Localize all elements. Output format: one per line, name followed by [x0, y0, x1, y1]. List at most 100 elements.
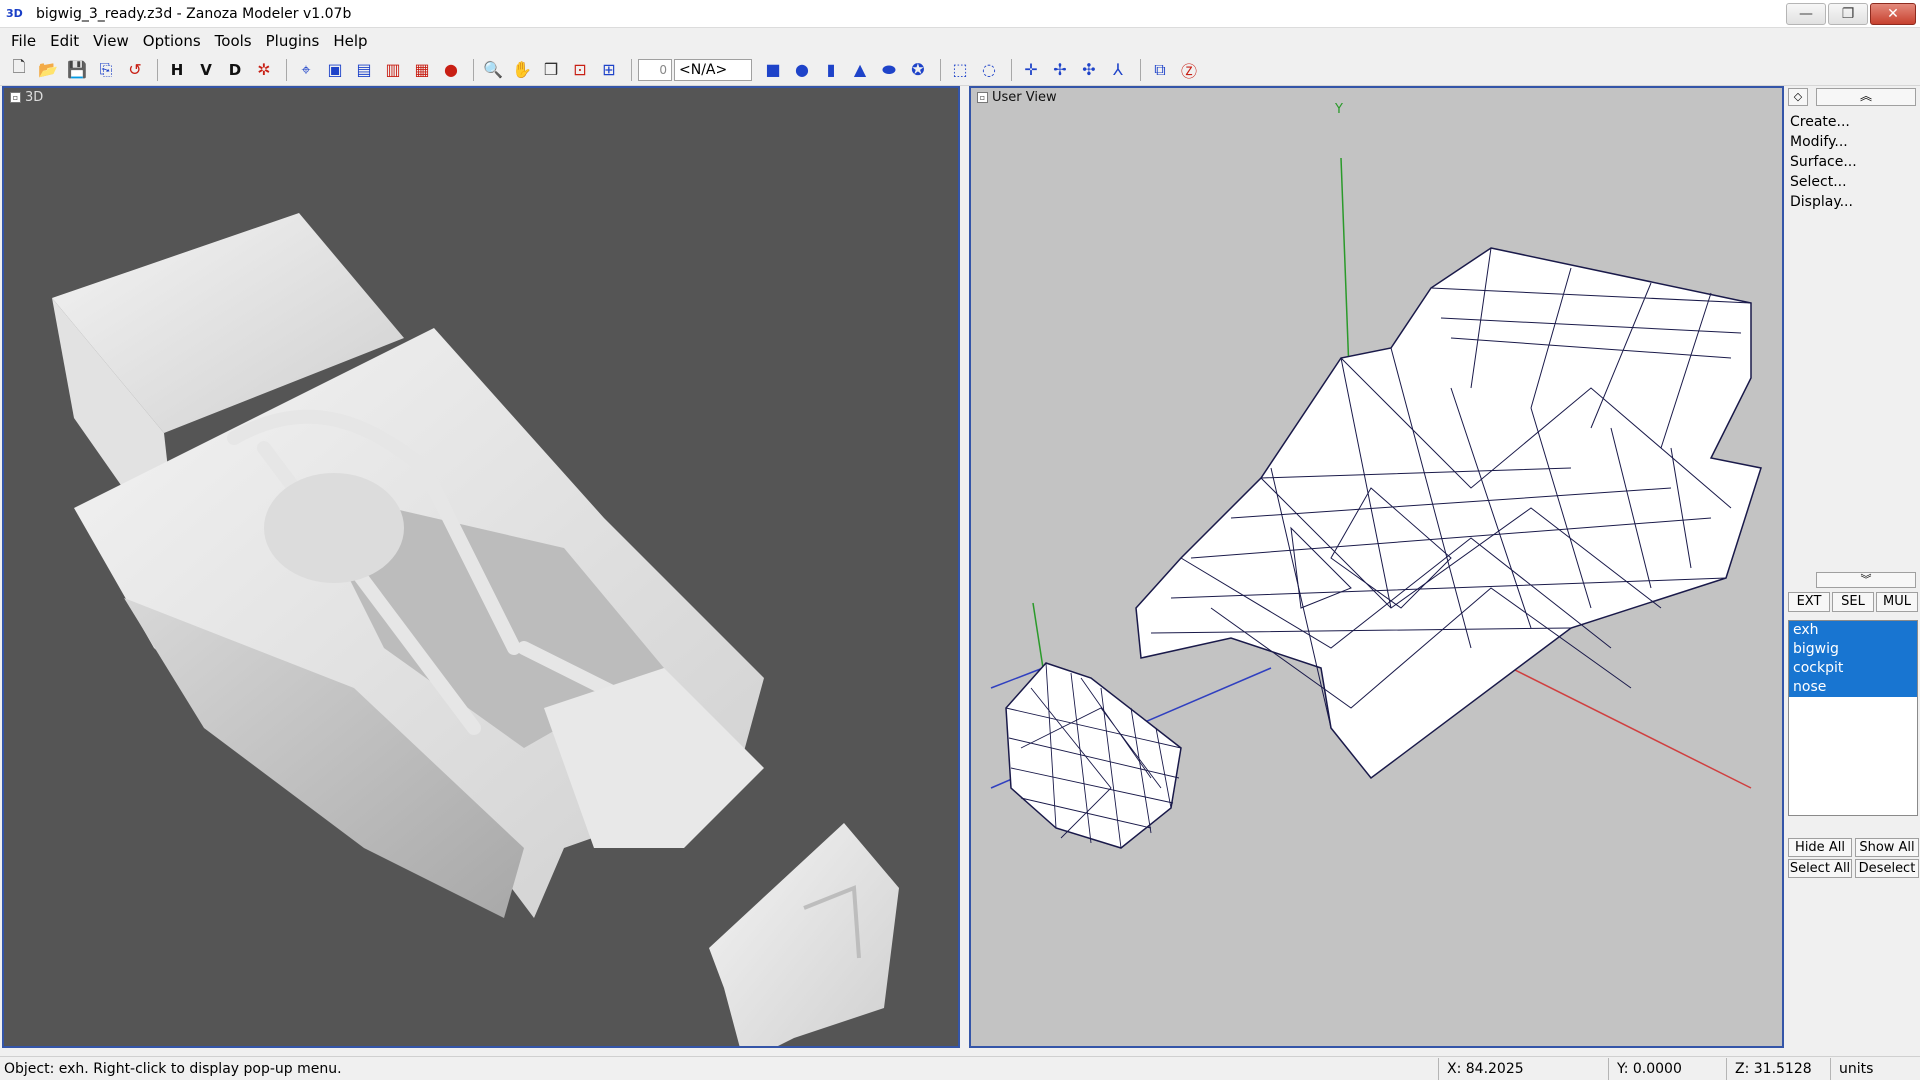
axis-y-label: Y: [1334, 102, 1343, 117]
vertex-icon[interactable]: ⌖: [293, 57, 319, 83]
title-bar: 3D bigwig_3_ready.z3d - Zanoza Modeler v…: [0, 0, 1920, 28]
open-file-icon[interactable]: 📂: [35, 57, 61, 83]
object-list-item[interactable]: cockpit: [1789, 659, 1917, 678]
coordinate-readout: X: 84.2025 Y: 0.0000 Z: 31.5128 units: [1438, 1057, 1920, 1080]
zoom-all-icon[interactable]: ⊞: [596, 57, 622, 83]
hide-all-button[interactable]: Hide All: [1788, 838, 1852, 857]
zoom-extents-icon[interactable]: ⊡: [567, 57, 593, 83]
surface-command[interactable]: Surface...: [1788, 152, 1857, 172]
circle-select-icon[interactable]: ◌: [976, 57, 1002, 83]
panel-scroll-up-button[interactable]: ︽: [1816, 88, 1916, 106]
menu-tools[interactable]: Tools: [208, 32, 259, 50]
select-all-button[interactable]: Select All: [1788, 859, 1852, 878]
nose-wireframe-outline: [1005, 662, 1182, 849]
viewport-user-view[interactable]: ▫ User View Y: [969, 86, 1784, 1048]
status-y-coordinate: Y: 0.0000: [1608, 1058, 1726, 1080]
status-z-coordinate: Z: 31.5128: [1726, 1058, 1830, 1080]
app-icon: 3D: [6, 6, 23, 20]
box-wire-icon[interactable]: ▣: [322, 57, 348, 83]
deselect-button[interactable]: Deselect: [1855, 859, 1919, 878]
box-select-icon[interactable]: ▥: [380, 57, 406, 83]
axis-x-line: [1500, 662, 1752, 789]
show-all-button[interactable]: Show All: [1855, 838, 1919, 857]
restore-button[interactable]: ❐: [1828, 3, 1868, 25]
pan-hand-icon[interactable]: ✋: [509, 57, 535, 83]
zoom-icon[interactable]: 🔍: [480, 57, 506, 83]
primitive-torus-icon[interactable]: ⬬: [876, 57, 902, 83]
nose-piece: [709, 823, 899, 1046]
rect-select-icon[interactable]: ⬚: [947, 57, 973, 83]
ext-mode-button[interactable]: EXT: [1788, 592, 1830, 612]
window-controls: — ❐ ✕: [1786, 3, 1916, 25]
save-as-icon[interactable]: ⎘: [93, 57, 119, 83]
scale-icon[interactable]: ✣: [1076, 57, 1102, 83]
cube-view-icon[interactable]: ❒: [538, 57, 564, 83]
export-2d-3d-icon[interactable]: ⧉: [1147, 57, 1173, 83]
panel-toggle-button[interactable]: ◇: [1788, 88, 1808, 106]
menu-view[interactable]: View: [86, 32, 136, 50]
viewport-3d[interactable]: ▫ 3D: [2, 86, 960, 1048]
toolbar-separator: [1140, 58, 1141, 81]
menu-file[interactable]: File: [4, 32, 43, 50]
axis-icon[interactable]: ⅄: [1105, 57, 1131, 83]
right-panel: ◇ ︽ Create... Modify... Surface... Selec…: [1786, 86, 1920, 1048]
nose-axis-y: [1032, 602, 1044, 669]
render-sphere-icon[interactable]: ●: [438, 57, 464, 83]
toolbar-separator: [473, 58, 474, 81]
menu-edit[interactable]: Edit: [43, 32, 86, 50]
save-icon[interactable]: 💾: [64, 57, 90, 83]
toolbar-separator: [286, 58, 287, 81]
wireframe-model-canvas: Y: [990, 102, 1762, 849]
box-solid-icon[interactable]: ▤: [351, 57, 377, 83]
view-d-button[interactable]: D: [222, 57, 248, 83]
create-command[interactable]: Create...: [1788, 112, 1857, 132]
step-spinner[interactable]: 0: [638, 58, 672, 81]
menu-help[interactable]: Help: [326, 32, 374, 50]
status-message: Object: exh. Right-click to display pop-…: [4, 1060, 342, 1077]
toolbar-separator: [631, 58, 632, 81]
minimize-button[interactable]: —: [1786, 3, 1826, 25]
toolbar: 🗋 📂 💾 ⎘ ↺ H V D ✲ ⌖ ▣ ▤ ▥ ▦ ● 🔍 ✋ ❒ ⊡ ⊞ …: [0, 54, 1920, 86]
primitive-box-icon[interactable]: ■: [760, 57, 786, 83]
select-command[interactable]: Select...: [1788, 172, 1857, 192]
object-list[interactable]: exh bigwig cockpit nose: [1788, 620, 1918, 816]
panel-top-row: ◇ ︽: [1786, 88, 1920, 106]
window-title: bigwig_3_ready.z3d - Zanoza Modeler v1.0…: [36, 5, 352, 22]
shaded-model-canvas: [52, 213, 899, 1046]
car-wireframe-outline: [1135, 247, 1762, 780]
primitive-cylinder-icon[interactable]: ▮: [818, 57, 844, 83]
object-list-item[interactable]: exh: [1789, 621, 1917, 640]
toolbar-separator: [940, 58, 941, 81]
command-menu: Create... Modify... Surface... Select...…: [1788, 112, 1857, 212]
menu-options[interactable]: Options: [136, 32, 208, 50]
close-button[interactable]: ✕: [1870, 3, 1916, 25]
display-command[interactable]: Display...: [1788, 192, 1857, 212]
menu-plugins[interactable]: Plugins: [259, 32, 327, 50]
primitive-special-icon[interactable]: ✪: [905, 57, 931, 83]
object-actions: Hide All Show All Select All Deselect: [1788, 838, 1919, 878]
value-combo[interactable]: <N/A>: [674, 58, 752, 81]
box-delete-icon[interactable]: ▦: [409, 57, 435, 83]
new-file-icon[interactable]: 🗋: [6, 57, 32, 83]
selection-mode-buttons: EXT SEL MUL: [1788, 592, 1918, 612]
primitive-cone-icon[interactable]: ▲: [847, 57, 873, 83]
toolbar-separator: [157, 58, 158, 81]
view-h-button[interactable]: H: [164, 57, 190, 83]
modify-command[interactable]: Modify...: [1788, 132, 1857, 152]
move-icon[interactable]: ✛: [1018, 57, 1044, 83]
view-v-button[interactable]: V: [193, 57, 219, 83]
scatter-icon[interactable]: ✲: [251, 57, 277, 83]
rotate-icon[interactable]: ✢: [1047, 57, 1073, 83]
toolbar-separator: [1011, 58, 1012, 81]
status-x-coordinate: X: 84.2025: [1438, 1058, 1608, 1080]
status-bar: Object: exh. Right-click to display pop-…: [0, 1056, 1920, 1080]
object-list-item[interactable]: nose: [1789, 678, 1917, 697]
zanoza-logo-icon[interactable]: Ⓩ: [1176, 57, 1202, 83]
panel-scroll-down-button[interactable]: ︾: [1816, 572, 1916, 588]
primitive-sphere-icon[interactable]: ●: [789, 57, 815, 83]
menu-bar: File Edit View Options Tools Plugins Hel…: [0, 28, 1920, 54]
mul-mode-button[interactable]: MUL: [1876, 592, 1918, 612]
undo-icon[interactable]: ↺: [122, 57, 148, 83]
object-list-item[interactable]: bigwig: [1789, 640, 1917, 659]
sel-mode-button[interactable]: SEL: [1832, 592, 1874, 612]
